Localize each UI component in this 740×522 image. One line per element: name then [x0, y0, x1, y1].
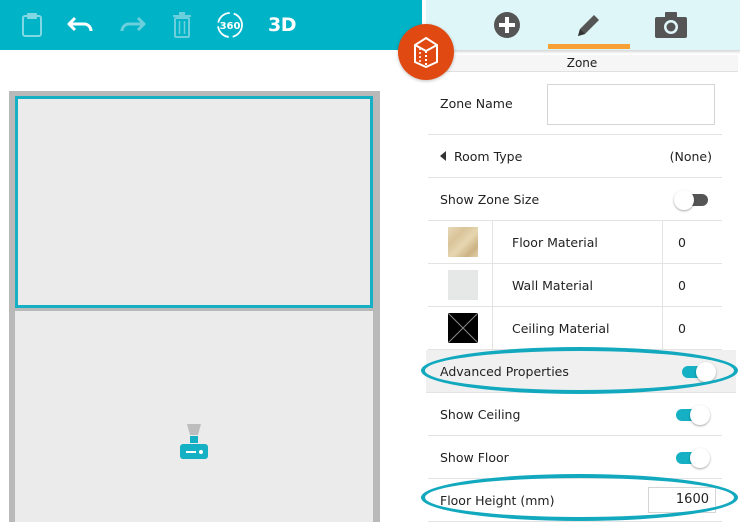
- divider: [662, 264, 663, 307]
- ceiling-material-swatch[interactable]: [447, 312, 479, 344]
- show-floor-label: Show Floor: [440, 449, 509, 465]
- floor-height-input[interactable]: 1600: [648, 487, 716, 513]
- zone-selected[interactable]: [15, 96, 373, 308]
- divider: [662, 307, 663, 350]
- room-type-value: (None): [669, 148, 712, 164]
- room-type-label: Room Type: [454, 148, 523, 164]
- wall-material-value: 0: [678, 277, 686, 293]
- divider: [492, 221, 493, 264]
- show-floor-row: Show Floor: [428, 436, 722, 479]
- floor-material-label: Floor Material: [512, 234, 598, 250]
- show-ceiling-label: Show Ceiling: [440, 406, 521, 422]
- view-360-icon[interactable]: 360: [213, 8, 247, 42]
- view-3d-label: 3D: [268, 14, 297, 36]
- show-ceiling-toggle[interactable]: [674, 404, 710, 425]
- room-cube-icon: [414, 36, 438, 68]
- panel-tabs: [426, 0, 740, 50]
- lamp-icon[interactable]: [178, 424, 210, 464]
- view-3d-button[interactable]: 3D: [265, 8, 299, 42]
- trash-icon[interactable]: [165, 8, 199, 42]
- no-material-icon: [447, 312, 479, 344]
- divider: [492, 264, 493, 307]
- show-floor-toggle[interactable]: [674, 447, 710, 468]
- wall-material-row[interactable]: Wall Material 0: [428, 264, 722, 307]
- undo-icon[interactable]: [64, 8, 98, 42]
- zone-name-label: Zone Name: [440, 96, 513, 111]
- expand-left-icon: [440, 151, 446, 161]
- show-zone-size-row: Show Zone Size: [428, 178, 722, 221]
- zone[interactable]: [15, 311, 373, 522]
- active-tab-indicator: [548, 44, 630, 49]
- main-toolbar: 360 3D: [0, 0, 422, 50]
- floorplan-canvas[interactable]: [0, 50, 426, 522]
- show-zone-size-toggle[interactable]: [674, 189, 710, 210]
- wall-material-label: Wall Material: [512, 277, 593, 293]
- ceiling-material-row[interactable]: Ceiling Material 0: [428, 307, 722, 350]
- advanced-properties-toggle[interactable]: [680, 361, 716, 382]
- ceiling-material-label: Ceiling Material: [512, 320, 610, 336]
- tab-add[interactable]: [466, 0, 548, 50]
- divider: [492, 307, 493, 350]
- redo-icon[interactable]: [115, 8, 149, 42]
- tabs-shadow: [426, 50, 740, 54]
- wall-material-swatch[interactable]: [448, 270, 478, 300]
- floor-material-swatch[interactable]: [448, 227, 478, 257]
- floor-material-row[interactable]: Floor Material 0: [428, 221, 722, 264]
- room-tool-button[interactable]: [398, 24, 454, 80]
- zone-name-input[interactable]: [547, 84, 715, 125]
- show-ceiling-row: Show Ceiling: [428, 393, 722, 436]
- panel-title: Zone: [426, 55, 738, 72]
- advanced-properties-label: Advanced Properties: [440, 363, 569, 379]
- advanced-properties-row: Advanced Properties: [426, 350, 736, 393]
- floor-material-value: 0: [678, 234, 686, 250]
- ceiling-material-value: 0: [678, 320, 686, 336]
- view-360-label: 360: [220, 21, 241, 32]
- add-icon: [494, 12, 520, 38]
- divider: [662, 221, 663, 264]
- paste-icon[interactable]: [15, 8, 49, 42]
- tab-edit[interactable]: [548, 0, 630, 50]
- camera-icon: [655, 12, 687, 38]
- floor-height-label: Floor Height (mm): [440, 492, 555, 508]
- room-type-row[interactable]: Room Type (None): [428, 135, 722, 178]
- tab-camera[interactable]: [630, 0, 712, 50]
- pencil-icon: [578, 15, 599, 36]
- show-zone-size-label: Show Zone Size: [440, 191, 540, 207]
